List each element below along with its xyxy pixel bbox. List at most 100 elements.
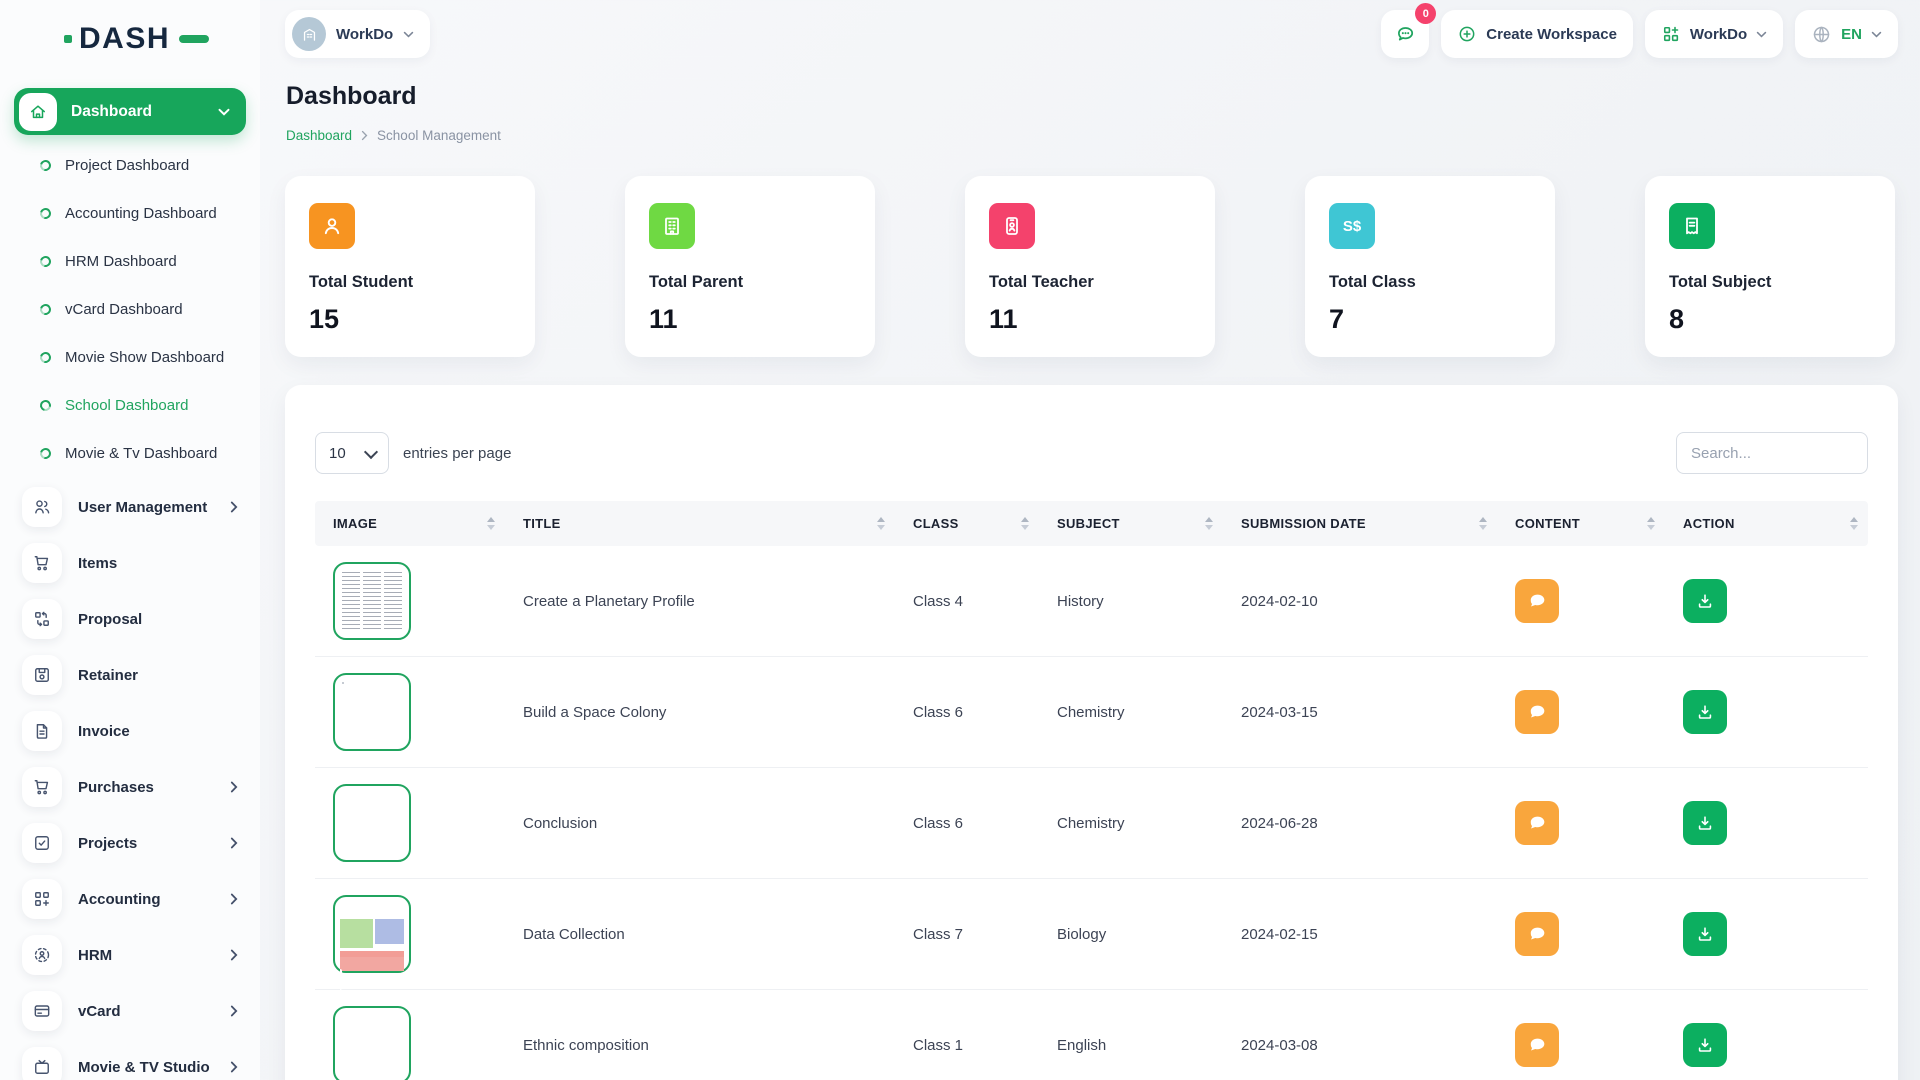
sidebar-group-dashboard[interactable]: Dashboard bbox=[14, 88, 246, 135]
sidebar-item-movie-tv-studio[interactable]: Movie & TV Studio bbox=[0, 1039, 260, 1080]
sidebar-item-hrm-dashboard[interactable]: HRM Dashboard bbox=[0, 237, 260, 285]
chevron-down-icon bbox=[1871, 31, 1882, 38]
student-icon bbox=[309, 203, 355, 249]
sidebar-item-invoice[interactable]: Invoice bbox=[0, 703, 260, 759]
download-button[interactable] bbox=[1683, 801, 1727, 845]
content-chat-button[interactable] bbox=[1515, 912, 1559, 956]
parent-building-icon bbox=[649, 203, 695, 249]
column-header-subject[interactable]: SUBJECT bbox=[1039, 501, 1223, 546]
stat-value: 11 bbox=[989, 304, 1018, 335]
sidebar-item-vcard-dashboard[interactable]: vCard Dashboard bbox=[0, 285, 260, 333]
chevron-right-icon bbox=[230, 837, 238, 849]
logo-text: DASH bbox=[79, 22, 170, 56]
content-chat-button[interactable] bbox=[1515, 1023, 1559, 1067]
users-icon bbox=[22, 487, 62, 527]
chevron-right-icon bbox=[230, 501, 238, 513]
sidebar-item-items[interactable]: Items bbox=[0, 535, 260, 591]
messages-button[interactable]: 0 bbox=[1381, 10, 1429, 58]
sort-icon bbox=[1850, 517, 1858, 530]
home-icon bbox=[19, 93, 57, 131]
search-input[interactable] bbox=[1676, 432, 1868, 474]
proposal-icon bbox=[22, 599, 62, 639]
sort-icon bbox=[487, 517, 495, 530]
cell-class: Class 4 bbox=[895, 593, 1039, 610]
chevron-down-icon bbox=[218, 108, 230, 116]
entries-select-wrap: 10 bbox=[315, 432, 389, 474]
cell-subject: English bbox=[1039, 1037, 1223, 1054]
stat-label: Total Teacher bbox=[989, 273, 1094, 292]
sidebar-item-movie-show-dashboard[interactable]: Movie Show Dashboard bbox=[0, 333, 260, 381]
stat-label: Total Parent bbox=[649, 273, 743, 292]
column-header-submission-date[interactable]: SUBMISSION DATE bbox=[1223, 501, 1497, 546]
download-button[interactable] bbox=[1683, 912, 1727, 956]
workspace-name: WorkDo bbox=[336, 26, 393, 43]
cell-title: Ethnic composition bbox=[505, 1037, 895, 1054]
breadcrumb-separator-icon bbox=[361, 130, 368, 141]
stat-value: 11 bbox=[649, 304, 678, 335]
column-header-image[interactable]: IMAGE bbox=[315, 501, 505, 546]
sidebar-item-user-management[interactable]: User Management bbox=[0, 479, 260, 535]
workdo-apps-menu[interactable]: WorkDo bbox=[1645, 10, 1783, 58]
dashboard-submenu: Project Dashboard Accounting Dashboard H… bbox=[0, 141, 260, 477]
sidebar-item-accounting-dashboard[interactable]: Accounting Dashboard bbox=[0, 189, 260, 237]
sort-icon bbox=[1479, 517, 1487, 530]
assignment-thumbnail bbox=[333, 1006, 411, 1080]
column-header-title[interactable]: TITLE bbox=[505, 501, 895, 546]
download-button[interactable] bbox=[1683, 690, 1727, 734]
class-currency-icon: S$ bbox=[1329, 203, 1375, 249]
chat-filled-icon bbox=[1526, 812, 1548, 834]
download-icon bbox=[1695, 813, 1715, 833]
stat-value: 8 bbox=[1669, 304, 1684, 335]
content-chat-button[interactable] bbox=[1515, 690, 1559, 734]
sidebar-item-school-dashboard[interactable]: School Dashboard bbox=[0, 381, 260, 429]
dash-logo[interactable]: DASH bbox=[64, 22, 260, 56]
teacher-badge-icon bbox=[989, 203, 1035, 249]
sidebar-item-movie-tv-dashboard[interactable]: Movie & Tv Dashboard bbox=[0, 429, 260, 477]
sidebar-item-purchases[interactable]: Purchases bbox=[0, 759, 260, 815]
download-button[interactable] bbox=[1683, 579, 1727, 623]
hrm-person-icon bbox=[22, 935, 62, 975]
content-chat-button[interactable] bbox=[1515, 801, 1559, 845]
download-icon bbox=[1695, 924, 1715, 944]
sidebar-item-proposal[interactable]: Proposal bbox=[0, 591, 260, 647]
sidebar-item-vcard[interactable]: vCard bbox=[0, 983, 260, 1039]
assignment-thumbnail bbox=[333, 562, 411, 640]
stat-card-total-class: S$ Total Class 7 bbox=[1305, 176, 1555, 357]
sidebar-item-hrm[interactable]: HRM bbox=[0, 927, 260, 983]
sidebar-item-project-dashboard[interactable]: Project Dashboard bbox=[0, 141, 260, 189]
stat-card-total-subject: Total Subject 8 bbox=[1645, 176, 1895, 357]
cell-submission-date: 2024-02-15 bbox=[1223, 926, 1497, 943]
grid-plus-icon bbox=[1661, 24, 1681, 44]
content-chat-button[interactable] bbox=[1515, 579, 1559, 623]
sidebar-menu: User Management Items Proposal bbox=[0, 479, 260, 1080]
stat-value: 15 bbox=[309, 304, 339, 335]
language-selector[interactable]: EN bbox=[1795, 10, 1898, 58]
chat-filled-icon bbox=[1526, 923, 1548, 945]
column-header-content[interactable]: CONTENT bbox=[1497, 501, 1665, 546]
assignment-thumbnail bbox=[333, 784, 411, 862]
entries-select[interactable]: 10 bbox=[315, 432, 389, 474]
download-button[interactable] bbox=[1683, 1023, 1727, 1067]
cell-class: Class 6 bbox=[895, 815, 1039, 832]
chevron-right-icon bbox=[230, 893, 238, 905]
assignment-thumbnail bbox=[333, 895, 411, 973]
create-workspace-button[interactable]: Create Workspace bbox=[1441, 10, 1633, 58]
sort-icon bbox=[877, 517, 885, 530]
chat-filled-icon bbox=[1526, 1034, 1548, 1056]
chevron-right-icon bbox=[230, 781, 238, 793]
sort-icon bbox=[1647, 517, 1655, 530]
sidebar-item-projects[interactable]: Projects bbox=[0, 815, 260, 871]
column-header-action[interactable]: ACTION bbox=[1665, 501, 1868, 546]
cell-submission-date: 2024-03-15 bbox=[1223, 704, 1497, 721]
plus-circle-icon bbox=[1457, 24, 1477, 44]
sidebar-item-retainer[interactable]: Retainer bbox=[0, 647, 260, 703]
sidebar-item-accounting[interactable]: Accounting bbox=[0, 871, 260, 927]
chat-bubble-icon bbox=[1394, 23, 1417, 46]
cell-title: Conclusion bbox=[505, 815, 895, 832]
stat-card-total-student: Total Student 15 bbox=[285, 176, 535, 357]
table-controls: 10 entries per page bbox=[315, 432, 1868, 474]
workspace-switcher[interactable]: WorkDo bbox=[285, 10, 430, 58]
sort-icon bbox=[1021, 517, 1029, 530]
column-header-class[interactable]: CLASS bbox=[895, 501, 1039, 546]
breadcrumb-home-link[interactable]: Dashboard bbox=[286, 128, 352, 143]
